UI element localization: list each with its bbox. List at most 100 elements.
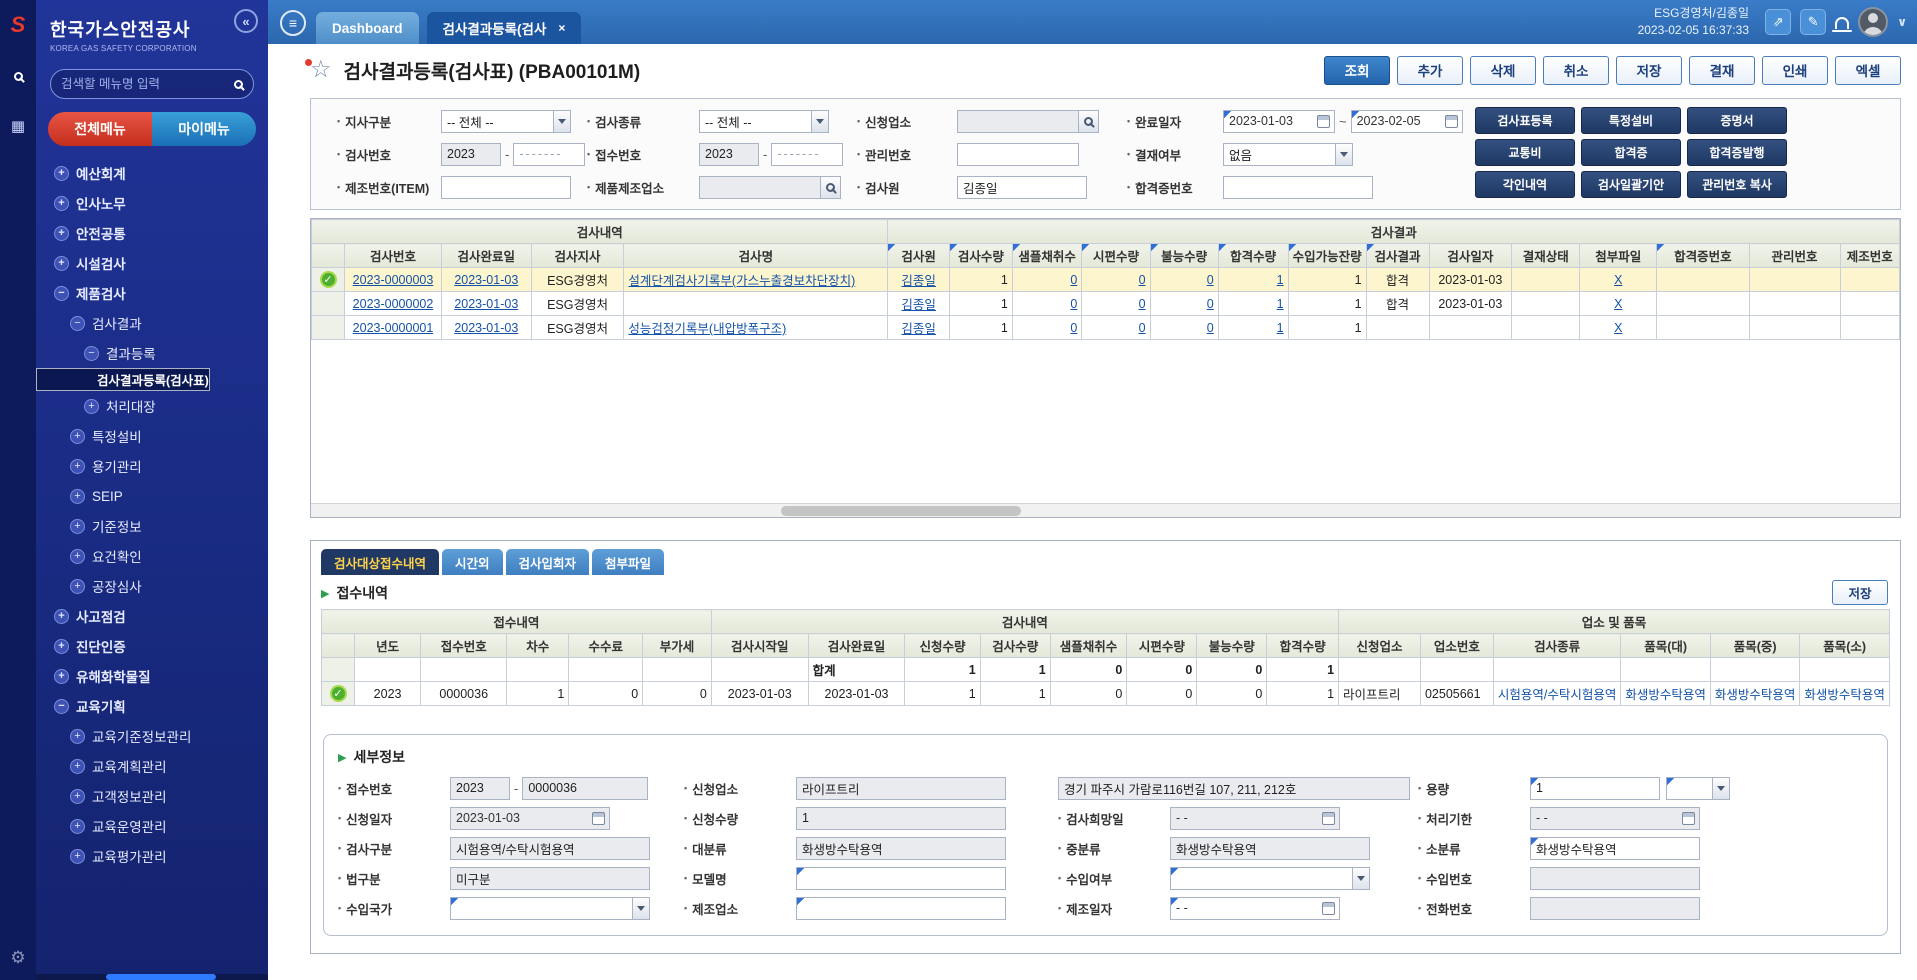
- sidebar-item[interactable]: −교육기획: [36, 691, 268, 721]
- tab-overtime[interactable]: 시간외: [442, 549, 503, 575]
- plus-icon[interactable]: +: [70, 489, 85, 504]
- column-header[interactable]: 시편수량: [1082, 244, 1150, 268]
- column-header[interactable]: 신청업소: [1339, 634, 1421, 658]
- sidebar-item[interactable]: +용기관리: [36, 451, 268, 481]
- column-header[interactable]: 부가세: [643, 634, 712, 658]
- search-icon[interactable]: [1079, 110, 1099, 133]
- table-row[interactable]: 합계110001: [322, 658, 1890, 682]
- dropdown-arrow-icon[interactable]: [1712, 778, 1729, 799]
- search-icon[interactable]: [234, 77, 243, 92]
- column-header[interactable]: 불능수량: [1150, 244, 1218, 268]
- table-cell[interactable]: 2023-01-03: [441, 268, 531, 292]
- receipt-no-year[interactable]: [699, 143, 759, 166]
- table-cell[interactable]: 0: [1082, 268, 1150, 292]
- column-header[interactable]: 합격수량: [1218, 244, 1288, 268]
- inspector-input[interactable]: [957, 176, 1087, 199]
- plus-icon[interactable]: +: [70, 429, 85, 444]
- major-category-input[interactable]: [796, 837, 1006, 860]
- column-header[interactable]: 차수: [507, 634, 569, 658]
- approve-button[interactable]: 결재: [1689, 56, 1755, 85]
- table-row[interactable]: 2023-00000022023-01-03ESG경영처김종일100011합격2…: [312, 292, 1900, 316]
- calendar-icon[interactable]: [592, 812, 605, 825]
- table-cell[interactable]: 김종일: [888, 268, 949, 292]
- deadline-date-input[interactable]: - -: [1530, 807, 1700, 830]
- sidebar-item[interactable]: +시설검사: [36, 248, 268, 278]
- mid-category-input[interactable]: [1170, 837, 1370, 860]
- excel-button[interactable]: 엑셀: [1835, 56, 1901, 85]
- plus-icon[interactable]: +: [54, 639, 69, 654]
- tab-witness[interactable]: 검사입회자: [506, 549, 590, 575]
- column-header[interactable]: 검사수량: [980, 634, 1050, 658]
- all-menu-button[interactable]: 전체메뉴: [48, 112, 152, 146]
- approval-select[interactable]: 없음: [1223, 143, 1353, 166]
- column-header[interactable]: 검사번호: [345, 244, 442, 268]
- column-header[interactable]: 결재상태: [1512, 244, 1580, 268]
- dropdown-arrow-icon[interactable]: [1335, 144, 1352, 165]
- minus-icon[interactable]: −: [84, 346, 99, 361]
- plus-icon[interactable]: +: [54, 669, 69, 684]
- column-header[interactable]: 샘플채취수: [1050, 634, 1127, 658]
- plus-icon[interactable]: +: [70, 789, 85, 804]
- column-header[interactable]: 첨부파일: [1580, 244, 1657, 268]
- column-header[interactable]: 수수료: [569, 634, 643, 658]
- column-header[interactable]: 검사지사: [531, 244, 624, 268]
- sidebar-item[interactable]: +진단인증: [36, 631, 268, 661]
- table-cell[interactable]: 0: [1150, 292, 1218, 316]
- detail-receipt-no-serial[interactable]: [522, 777, 648, 800]
- column-header[interactable]: 신청수량: [905, 634, 980, 658]
- column-header[interactable]: [312, 244, 345, 268]
- calendar-icon[interactable]: [1322, 812, 1335, 825]
- search-button[interactable]: 조회: [1324, 56, 1390, 85]
- column-header[interactable]: 검사종류: [1493, 634, 1620, 658]
- table-cell[interactable]: 0: [1012, 292, 1082, 316]
- transport-fee-button[interactable]: 교통비: [1475, 139, 1575, 166]
- hope-date-input[interactable]: - -: [1170, 807, 1340, 830]
- table-cell[interactable]: 0: [1082, 316, 1150, 340]
- menu-search-input[interactable]: [61, 77, 234, 91]
- menu-grid-icon[interactable]: ▦: [8, 116, 28, 136]
- plus-icon[interactable]: +: [70, 519, 85, 534]
- minus-icon[interactable]: −: [54, 699, 69, 714]
- gear-icon[interactable]: ⚙: [10, 948, 25, 968]
- plus-icon[interactable]: +: [54, 609, 69, 624]
- import-country-select[interactable]: [450, 897, 650, 920]
- sidebar-item[interactable]: +교육기준정보관리: [36, 721, 268, 751]
- column-header[interactable]: 시편수량: [1127, 634, 1197, 658]
- column-header[interactable]: 검사원: [888, 244, 949, 268]
- detail-receipt-no-year[interactable]: [450, 777, 510, 800]
- table-cell[interactable]: 김종일: [888, 292, 949, 316]
- column-header[interactable]: 년도: [355, 634, 421, 658]
- sidebar-item[interactable]: +SEIP: [36, 481, 268, 511]
- plus-icon[interactable]: +: [54, 226, 69, 241]
- row-selector[interactable]: [322, 658, 355, 682]
- plus-icon[interactable]: +: [84, 399, 99, 414]
- pass-cert-button[interactable]: 합격증: [1581, 139, 1681, 166]
- scrollbar-thumb[interactable]: [106, 974, 216, 980]
- plus-icon[interactable]: +: [70, 459, 85, 474]
- sidebar-item[interactable]: −결과등록: [36, 338, 268, 368]
- plus-icon[interactable]: +: [70, 549, 85, 564]
- column-header[interactable]: 검사일자: [1429, 244, 1512, 268]
- dropdown-arrow-icon[interactable]: [1352, 868, 1369, 889]
- phone-no-input[interactable]: [1530, 897, 1700, 920]
- model-name-input[interactable]: [796, 867, 1006, 890]
- table-cell[interactable]: 0: [1082, 292, 1150, 316]
- row-selector[interactable]: ✓: [312, 268, 345, 292]
- table-cell[interactable]: 0: [1150, 316, 1218, 340]
- scrollbar-thumb[interactable]: [781, 506, 1021, 516]
- external-link-icon[interactable]: ⇗: [1765, 9, 1791, 35]
- table-cell[interactable]: 성능검정기록부(내압방폭구조): [624, 316, 888, 340]
- column-header[interactable]: 샘플채취수: [1012, 244, 1082, 268]
- table-cell[interactable]: 설계단계검사기록부(가스누출경보차단장치): [624, 268, 888, 292]
- inspection-class-input[interactable]: [450, 837, 650, 860]
- sidebar-item[interactable]: +특정설비: [36, 421, 268, 451]
- bell-icon[interactable]: [1835, 17, 1849, 29]
- column-header[interactable]: 품목(소): [1800, 634, 1890, 658]
- plus-icon[interactable]: +: [70, 849, 85, 864]
- table-cell[interactable]: 0: [1150, 268, 1218, 292]
- applicant-search-input[interactable]: [957, 110, 1079, 133]
- hamburger-icon[interactable]: ≡: [280, 10, 306, 36]
- item-serial-input[interactable]: [441, 176, 571, 199]
- column-header[interactable]: 검사결과: [1366, 244, 1429, 268]
- sidebar-item[interactable]: +고객정보관리: [36, 781, 268, 811]
